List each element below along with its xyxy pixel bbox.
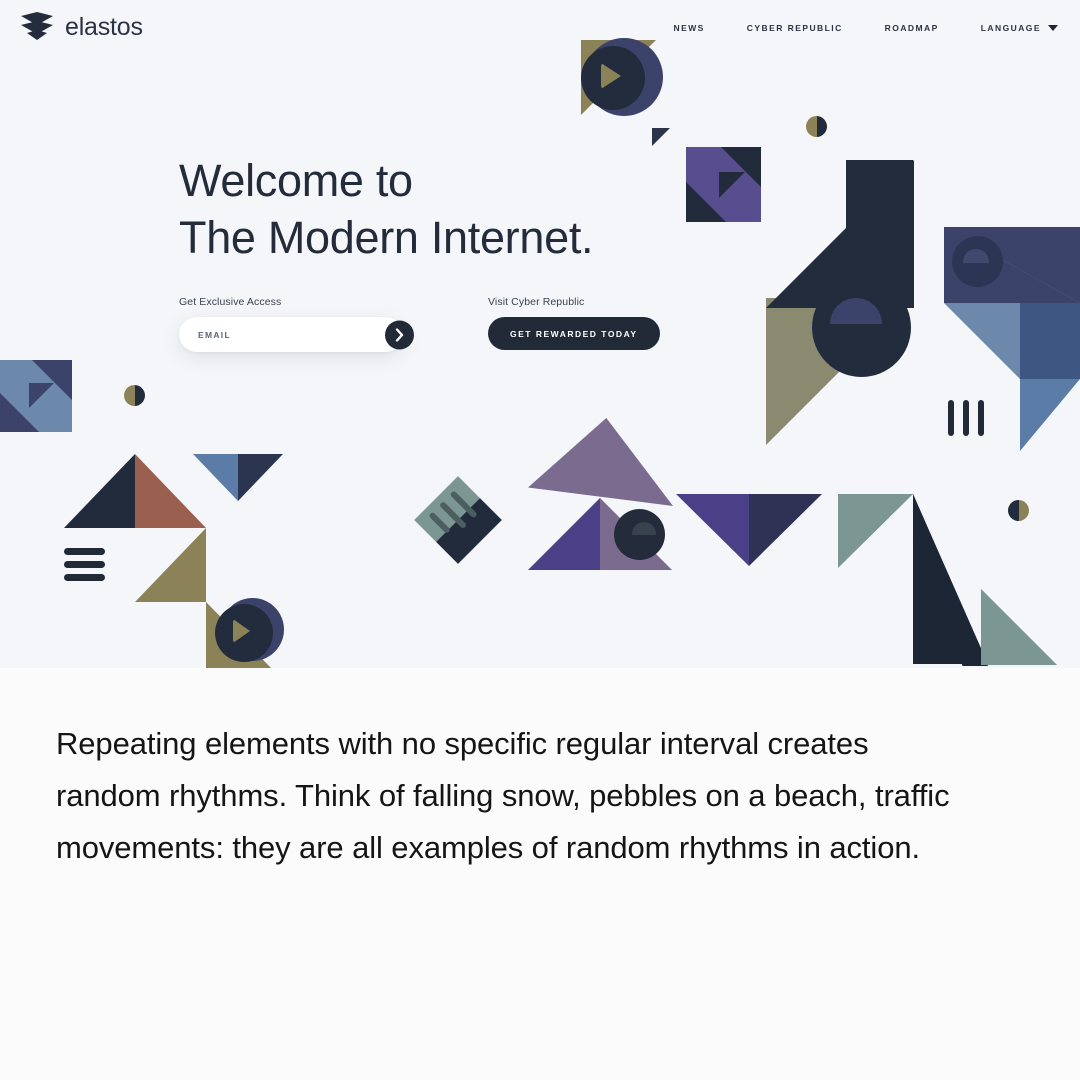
signup-group: Get Exclusive Access	[179, 296, 414, 352]
decor-halfcircle-left	[124, 385, 145, 406]
main-nav: NEWS CYBER REPUBLIC ROADMAP LANGUAGE	[673, 23, 1058, 33]
brand-name: elastos	[65, 13, 143, 41]
decor-triangle-purple-left	[528, 498, 600, 570]
nav-item-cyber-republic-label: CYBER REPUBLIC	[746, 22, 843, 33]
decor-polygon-navy-diagonal	[913, 494, 988, 664]
nav-item-roadmap-label: ROADMAP	[884, 22, 939, 33]
email-input[interactable]	[179, 329, 349, 340]
decor-square-purple	[686, 147, 761, 222]
decor-circle-navy-right	[952, 236, 1003, 287]
decor-halfcircle-top	[806, 116, 827, 137]
decor-triangle-khaki-lower	[135, 528, 206, 602]
decor-triangle-small-navy	[652, 128, 670, 146]
decor-triangle-purple-down-right	[749, 494, 822, 566]
decor-halfcircle-bottomright	[1008, 500, 1029, 521]
decor-diamond-bars	[414, 476, 502, 564]
cta-group: Visit Cyber Republic GET REWARDED TODAY	[488, 296, 660, 350]
decor-triangle-mauve	[528, 418, 673, 506]
chevron-down-icon	[1048, 24, 1058, 31]
brand[interactable]: elastos	[18, 11, 143, 44]
cta-label: Visit Cyber Republic	[488, 296, 585, 308]
chevron-right-icon	[394, 328, 405, 341]
decor-polygon-bluegrey	[944, 303, 1020, 379]
lower-section: Repeating elements with no specific regu…	[0, 668, 1080, 1080]
decor-circle-navy-large	[812, 278, 911, 377]
body-paragraph: Repeating elements with no specific regu…	[56, 726, 950, 865]
decor-triangle-sage-upper	[838, 494, 913, 568]
page-title-line1: Welcome to	[179, 155, 413, 206]
site-header: elastos NEWS CYBER REPUBLIC ROADMAP LANG…	[0, 0, 1080, 55]
email-input-wrapper	[179, 317, 414, 352]
decor-circle-navy-mid	[614, 509, 665, 560]
decor-triangle-lightblue-down	[193, 454, 238, 501]
get-rewarded-button[interactable]: GET REWARDED TODAY	[488, 317, 660, 350]
hero-copy: Welcome to The Modern Internet.	[179, 152, 594, 266]
decor-square-bluegrey	[0, 360, 72, 432]
decor-triangle-purple-down-left	[676, 494, 749, 566]
elastos-chevron-logo-icon	[18, 11, 56, 44]
decor-triangle-navyblue-down	[238, 454, 283, 501]
hero-actions: Get Exclusive Access Visit Cyber Republi…	[179, 296, 660, 352]
nav-item-language[interactable]: LANGUAGE	[981, 23, 1058, 33]
decor-circle-navy	[581, 46, 645, 110]
nav-item-cyber-republic[interactable]: CYBER REPUBLIC	[747, 23, 843, 33]
submit-email-button[interactable]	[385, 320, 414, 349]
nav-item-roadmap[interactable]: ROADMAP	[885, 23, 939, 33]
nav-item-news[interactable]: NEWS	[673, 23, 704, 33]
decor-polygon-sage-right	[981, 589, 1057, 665]
decor-triangle-blue-lower	[1020, 379, 1080, 451]
nav-item-news-label: NEWS	[673, 22, 705, 33]
decor-triangle-navy-roof	[64, 454, 135, 528]
page-root: elastos NEWS CYBER REPUBLIC ROADMAP LANG…	[0, 0, 1080, 1080]
hero-section: elastos NEWS CYBER REPUBLIC ROADMAP LANG…	[0, 0, 1080, 668]
signup-label: Get Exclusive Access	[179, 296, 282, 308]
decor-triangle-rust-roof	[135, 454, 206, 528]
nav-item-language-label: LANGUAGE	[980, 22, 1041, 33]
page-title-line2: The Modern Internet.	[179, 212, 594, 263]
decor-circle-navy-bottomleft	[215, 604, 273, 662]
